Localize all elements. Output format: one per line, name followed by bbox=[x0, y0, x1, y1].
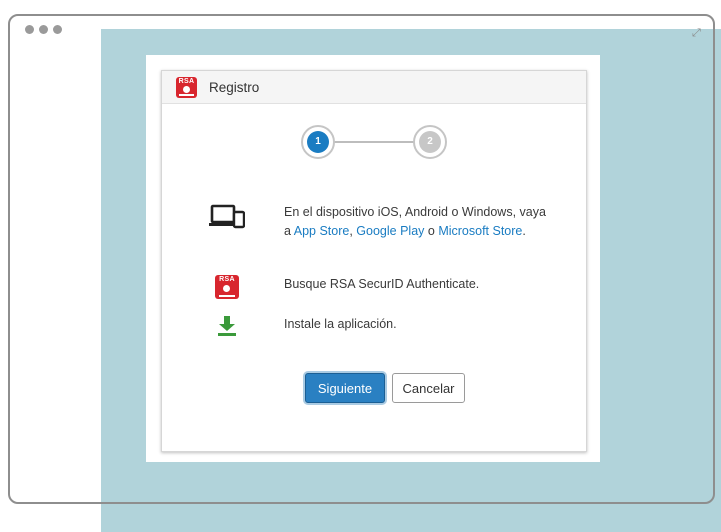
instruction-text-install: Instale la aplicación. bbox=[284, 317, 397, 331]
window-dot[interactable] bbox=[39, 25, 48, 34]
stepper: 1 2 bbox=[301, 125, 447, 159]
instruction-text-search: Busque RSA SecurID Authenticate. bbox=[284, 277, 480, 291]
cancel-button[interactable]: Cancelar bbox=[392, 373, 465, 403]
download-icon bbox=[202, 315, 252, 337]
step-1-number: 1 bbox=[307, 131, 329, 153]
google-play-link[interactable]: Google Play bbox=[356, 224, 424, 238]
stepper-connector bbox=[331, 141, 421, 143]
rsa-logo-icon: RSA bbox=[176, 76, 197, 98]
next-button[interactable]: Siguiente bbox=[305, 373, 385, 403]
instruction-text-device: En el dispositivo iOS, Android o Windows… bbox=[284, 205, 546, 238]
rsa-app-icon: RSA bbox=[202, 275, 252, 299]
rsa-logo-text: RSA bbox=[219, 276, 235, 283]
expand-icon[interactable]: ⤢ bbox=[692, 28, 701, 39]
rsa-logo-text: RSA bbox=[178, 77, 195, 85]
registration-dialog: RSA Registro 1 2 En el dispositivo iOS, … bbox=[161, 70, 587, 452]
dialog-header: RSA Registro bbox=[162, 71, 586, 104]
dialog-title: Registro bbox=[209, 79, 260, 95]
microsoft-store-link[interactable]: Microsoft Store bbox=[438, 224, 522, 238]
window-dot[interactable] bbox=[25, 25, 34, 34]
step-2-number: 2 bbox=[419, 131, 441, 153]
rsa-logo-icon: RSA bbox=[215, 275, 239, 299]
app-store-link[interactable]: App Store bbox=[294, 224, 350, 238]
window-dot[interactable] bbox=[53, 25, 62, 34]
dialog-actions: Siguiente Cancelar bbox=[305, 373, 465, 403]
devices-icon bbox=[202, 203, 252, 231]
window-controls bbox=[25, 25, 62, 34]
step-1-indicator: 1 bbox=[301, 125, 335, 159]
step-2-indicator: 2 bbox=[413, 125, 447, 159]
